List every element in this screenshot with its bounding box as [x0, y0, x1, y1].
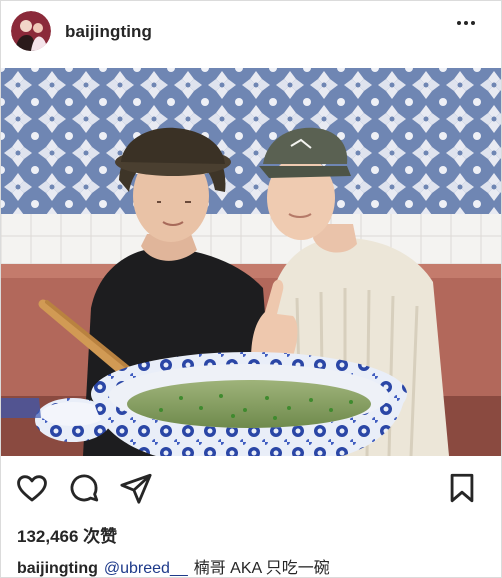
likes-count[interactable]: 132,466 次赞 — [17, 522, 117, 547]
instagram-post: baijingting 132,466 次赞 baijingting @ubre… — [0, 0, 502, 578]
more-options-icon[interactable] — [457, 21, 475, 25]
caption-text: 楠哥 AKA 只吃一碗 — [193, 560, 330, 577]
caption-username[interactable]: baijingting — [17, 560, 98, 577]
avatar[interactable] — [11, 11, 51, 51]
heart-icon[interactable] — [15, 471, 49, 510]
caption-mention[interactable]: @ubreed__ — [104, 560, 188, 577]
post-photo[interactable] — [1, 68, 501, 456]
bookmark-icon[interactable] — [445, 471, 479, 510]
paper-plane-icon[interactable] — [119, 471, 153, 510]
username[interactable]: baijingting — [65, 22, 152, 42]
comment-bubble-icon[interactable] — [67, 471, 101, 510]
post-header: baijingting — [1, 1, 501, 63]
post-actions — [1, 471, 501, 507]
caption: baijingting @ubreed__ 楠哥 AKA 只吃一碗 — [17, 554, 330, 577]
